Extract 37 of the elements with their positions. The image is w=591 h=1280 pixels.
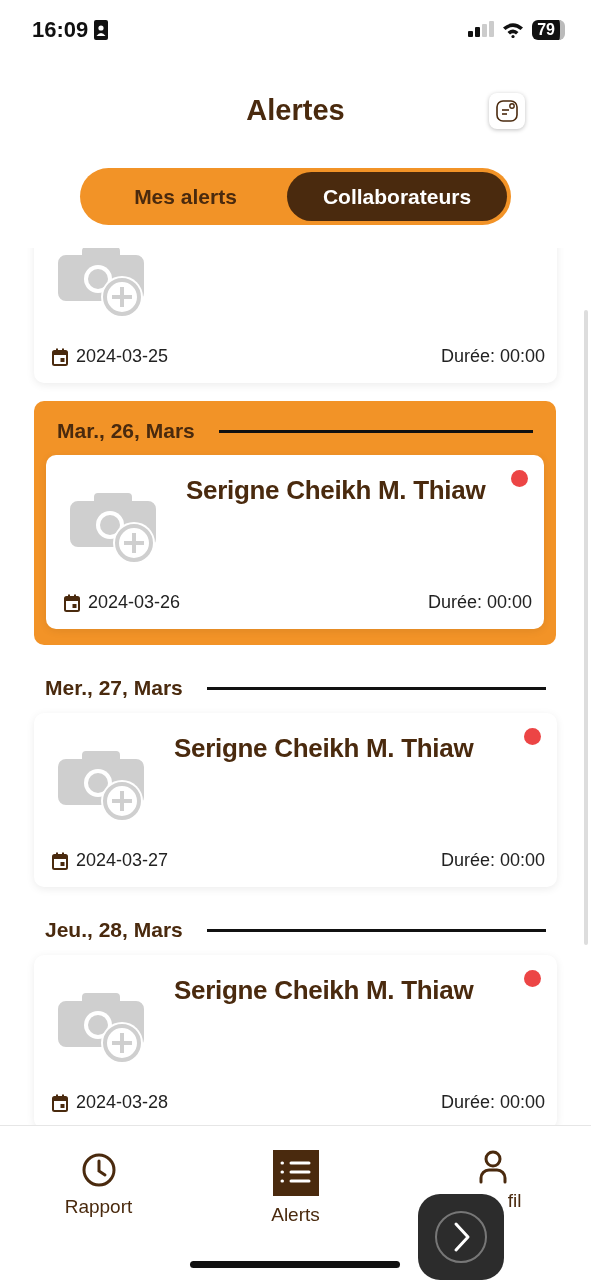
- nav-label[interactable]: fil: [507, 1190, 522, 1212]
- alert-card[interactable]: Serigne Cheikh M. Thiaw 2024-03-27 Durée: 00:00: [34, 713, 557, 887]
- alert-card[interactable]: Serigne Cheikh M. Thiaw 2024-03-26 Durée: 00:00: [46, 455, 544, 629]
- alert-date: 2024-03-27: [76, 850, 169, 871]
- chevron-right-icon: [434, 1210, 488, 1264]
- page-title: Alertes: [246, 93, 345, 127]
- notes-icon[interactable]: [489, 93, 525, 129]
- calendar-icon: [64, 593, 80, 612]
- day-heading: Jeu., 28, Mars: [45, 918, 183, 942]
- alert-date: 2024-03-28: [76, 1092, 169, 1113]
- nav-label[interactable]: Rapport: [64, 1196, 133, 1218]
- nav-label[interactable]: Alerts: [271, 1204, 320, 1226]
- alert-card[interactable]: Serigne Cheikh M. Thiaw 2024-03-28 Durée: 00:00: [34, 955, 557, 1125]
- alert-duration: Durée: 00:00: [440, 850, 545, 871]
- calendar-icon: [52, 851, 68, 870]
- id-card-icon: [94, 20, 109, 40]
- calendar-icon: [52, 1093, 68, 1112]
- signal-icon: [468, 21, 495, 39]
- alert-duration: Durée: 00:00: [427, 592, 532, 613]
- segment-tab[interactable]: Mes alerts: [84, 172, 287, 221]
- contact-name: Serigne Cheikh M. Thiaw: [186, 475, 486, 506]
- alert-date: 2024-03-26: [88, 592, 181, 613]
- floating-next-button[interactable]: [418, 1194, 504, 1280]
- wifi-icon: [502, 22, 525, 38]
- alert-duration: Durée: 00:00: [440, 346, 545, 367]
- calendar-icon: [52, 347, 68, 366]
- contact-name: Serigne Cheikh M. Thiaw: [174, 733, 474, 764]
- alert-date: 2024-03-25: [76, 346, 169, 367]
- segment-tab[interactable]: Collaborateurs: [287, 172, 507, 221]
- battery-icon: 79: [532, 20, 565, 40]
- contact-name: Serigne Cheikh M. Thiaw: [174, 975, 474, 1006]
- alert-duration: Durée: 00:00: [440, 1092, 545, 1113]
- status-time: 16:09: [32, 17, 89, 43]
- day-heading: Mar., 26, Mars: [57, 419, 195, 443]
- day-heading: Mer., 27, Mars: [45, 676, 183, 700]
- list-icon[interactable]: [272, 1150, 319, 1196]
- alert-card[interactable]: 2024-03-25 Durée: 00:00: [34, 248, 557, 383]
